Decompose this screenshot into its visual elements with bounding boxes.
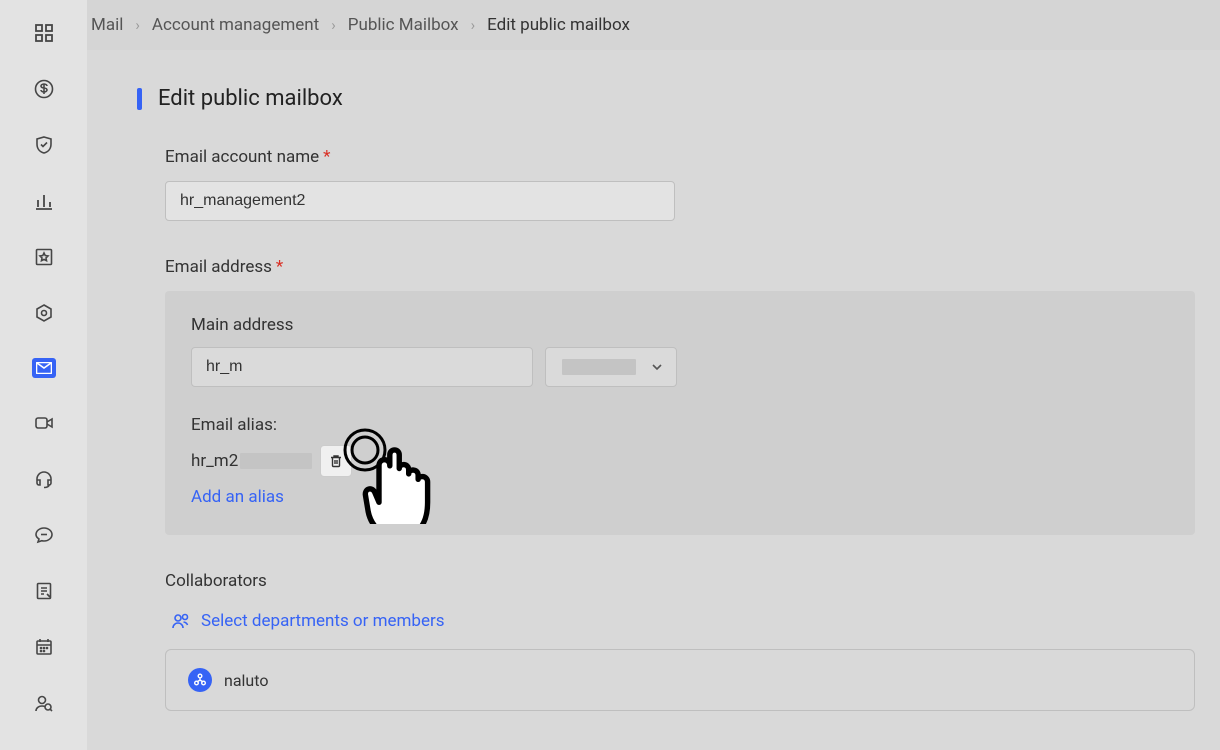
breadcrumb-public-mailbox[interactable]: Public Mailbox xyxy=(348,15,459,35)
account-name-label: Email account name* xyxy=(165,147,1180,167)
required-indicator: * xyxy=(323,147,330,167)
shield-icon[interactable] xyxy=(33,134,55,156)
user-search-icon[interactable] xyxy=(33,692,55,714)
select-members-link[interactable]: Select departments or members xyxy=(171,611,1180,631)
collaborator-name: naluto xyxy=(224,671,268,690)
domain-redacted xyxy=(562,359,636,375)
page-title: Edit public mailbox xyxy=(158,86,343,111)
org-icon xyxy=(193,673,207,687)
breadcrumb-mail[interactable]: Mail xyxy=(91,15,123,35)
mail-icon[interactable] xyxy=(32,358,56,378)
main-content: Edit public mailbox Email account name* … xyxy=(87,50,1220,750)
add-alias-link[interactable]: Add an alias xyxy=(191,487,1169,507)
video-icon[interactable] xyxy=(33,412,55,434)
headset-icon[interactable] xyxy=(33,468,55,490)
chat-icon[interactable] xyxy=(33,524,55,546)
required-indicator: * xyxy=(276,257,283,277)
collaborator-item: naluto xyxy=(165,649,1195,711)
alias-domain-redacted xyxy=(240,453,312,469)
email-address-panel: Main address Email alias: hr_m2 Add an a… xyxy=(165,291,1195,535)
dollar-icon[interactable] xyxy=(33,78,55,100)
breadcrumb: Mail › Account management › Public Mailb… xyxy=(87,0,1220,50)
trash-icon xyxy=(329,454,343,468)
chevron-right-icon: › xyxy=(135,16,140,34)
collaborators-label: Collaborators xyxy=(165,571,1180,591)
chevron-right-icon: › xyxy=(331,16,336,34)
main-address-label: Main address xyxy=(191,315,1169,335)
email-address-group: Email address* xyxy=(165,257,1180,277)
star-box-icon[interactable] xyxy=(33,246,55,268)
delete-alias-button[interactable] xyxy=(320,445,352,477)
select-members-text: Select departments or members xyxy=(201,611,445,631)
hexagon-icon[interactable] xyxy=(33,302,55,324)
alias-value: hr_m2 xyxy=(191,451,238,471)
bar-chart-icon[interactable] xyxy=(33,190,55,212)
calendar-icon[interactable] xyxy=(33,636,55,658)
breadcrumb-current: Edit public mailbox xyxy=(487,15,630,35)
document-icon[interactable] xyxy=(33,580,55,602)
alias-row: hr_m2 xyxy=(191,445,1169,477)
chevron-down-icon xyxy=(650,360,664,374)
account-name-input[interactable] xyxy=(165,181,675,221)
title-accent-bar xyxy=(137,88,142,110)
email-address-label: Email address* xyxy=(165,257,1180,277)
domain-select[interactable] xyxy=(545,347,677,387)
alias-label: Email alias: xyxy=(191,415,1169,435)
sidebar-nav xyxy=(0,0,87,750)
people-icon xyxy=(171,611,191,631)
account-name-group: Email account name* xyxy=(165,147,1180,221)
chevron-right-icon: › xyxy=(471,16,476,34)
main-address-input[interactable] xyxy=(191,347,533,387)
main-address-row xyxy=(191,347,1169,387)
collaborator-avatar xyxy=(188,668,212,692)
page-title-row: Edit public mailbox xyxy=(137,86,1180,111)
breadcrumb-account-management[interactable]: Account management xyxy=(152,15,319,35)
grid-icon[interactable] xyxy=(33,22,55,44)
